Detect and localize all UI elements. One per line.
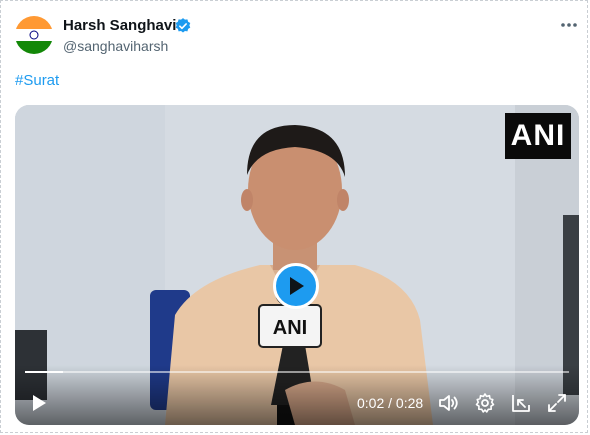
mic-flag-label: ANI <box>273 317 307 339</box>
play-button[interactable] <box>27 391 51 415</box>
hashtag-link[interactable]: #Surat <box>15 72 59 89</box>
ani-watermark: ANI <box>505 113 571 159</box>
author-name[interactable]: Harsh Sanghavi <box>63 17 176 34</box>
verified-badge-icon <box>175 18 191 33</box>
play-overlay-button[interactable] <box>273 263 319 309</box>
play-icon <box>290 277 304 295</box>
time-display: 0:02 / 0:28 <box>357 395 423 411</box>
video-player[interactable]: ANI ANI 0:02 / 0:28 <box>15 105 579 425</box>
progress-fill <box>25 371 64 373</box>
more-dots-icon[interactable] <box>557 15 581 35</box>
time-current: 0:02 <box>357 395 385 411</box>
volume-icon[interactable] <box>437 391 461 415</box>
author-handle[interactable]: @sanghaviharsh <box>63 38 168 54</box>
dock-icon[interactable] <box>509 391 533 415</box>
time-separator: / <box>388 395 393 411</box>
progress-bar[interactable] <box>25 371 569 373</box>
avatar[interactable] <box>15 16 53 54</box>
fullscreen-icon[interactable] <box>545 391 569 415</box>
tweet-card: Harsh Sanghavi @sanghaviharsh #Surat ANI… <box>0 0 588 433</box>
time-total: 0:28 <box>395 395 424 411</box>
gear-icon[interactable] <box>473 391 497 415</box>
